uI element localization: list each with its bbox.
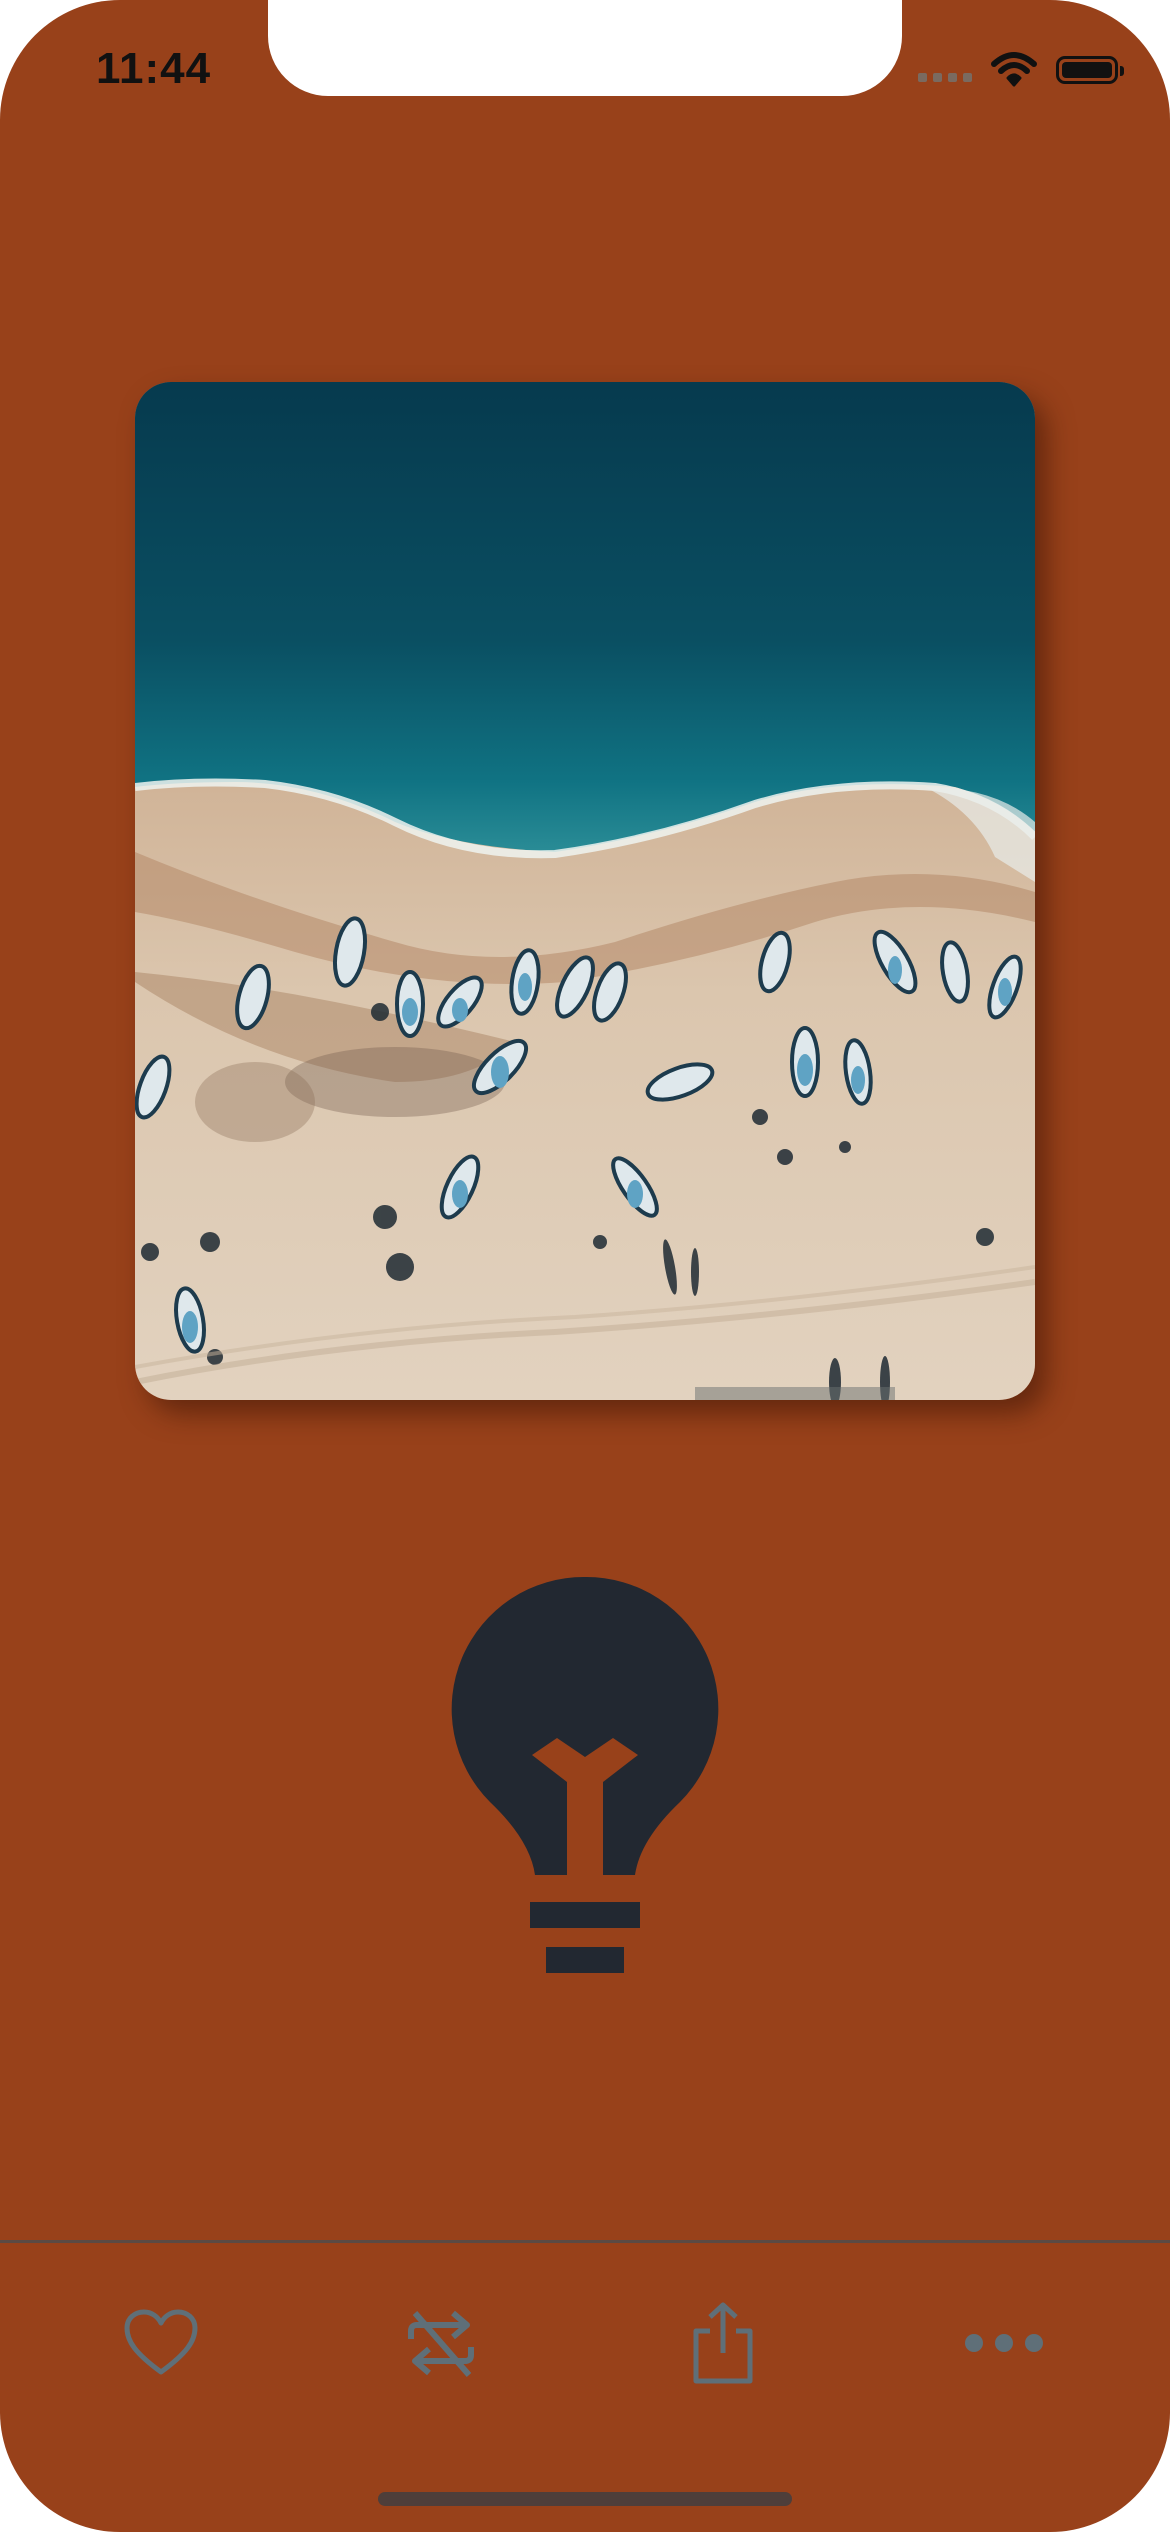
home-indicator[interactable] xyxy=(378,2492,792,2506)
more-icon xyxy=(965,2334,1043,2352)
app-screen: 11:44 xyxy=(0,0,1170,2532)
more-button[interactable] xyxy=(954,2293,1054,2393)
status-time: 11:44 xyxy=(96,44,212,93)
bottom-toolbar xyxy=(0,2243,1170,2443)
repost-button[interactable] xyxy=(391,2293,491,2393)
artwork-image[interactable] xyxy=(135,382,1035,1400)
beach-boats-artwork xyxy=(135,382,1035,1400)
battery-icon xyxy=(1056,56,1124,84)
repost-icon xyxy=(408,2310,474,2377)
share-icon xyxy=(693,2302,753,2384)
like-button[interactable] xyxy=(111,2293,211,2393)
share-button[interactable] xyxy=(673,2293,773,2393)
cellular-signal-icon xyxy=(918,58,972,82)
status-indicators xyxy=(918,52,1124,88)
device-notch xyxy=(268,0,902,96)
heart-icon xyxy=(124,2309,198,2375)
wifi-icon xyxy=(991,52,1037,87)
light-bulb-icon xyxy=(450,1575,720,1975)
